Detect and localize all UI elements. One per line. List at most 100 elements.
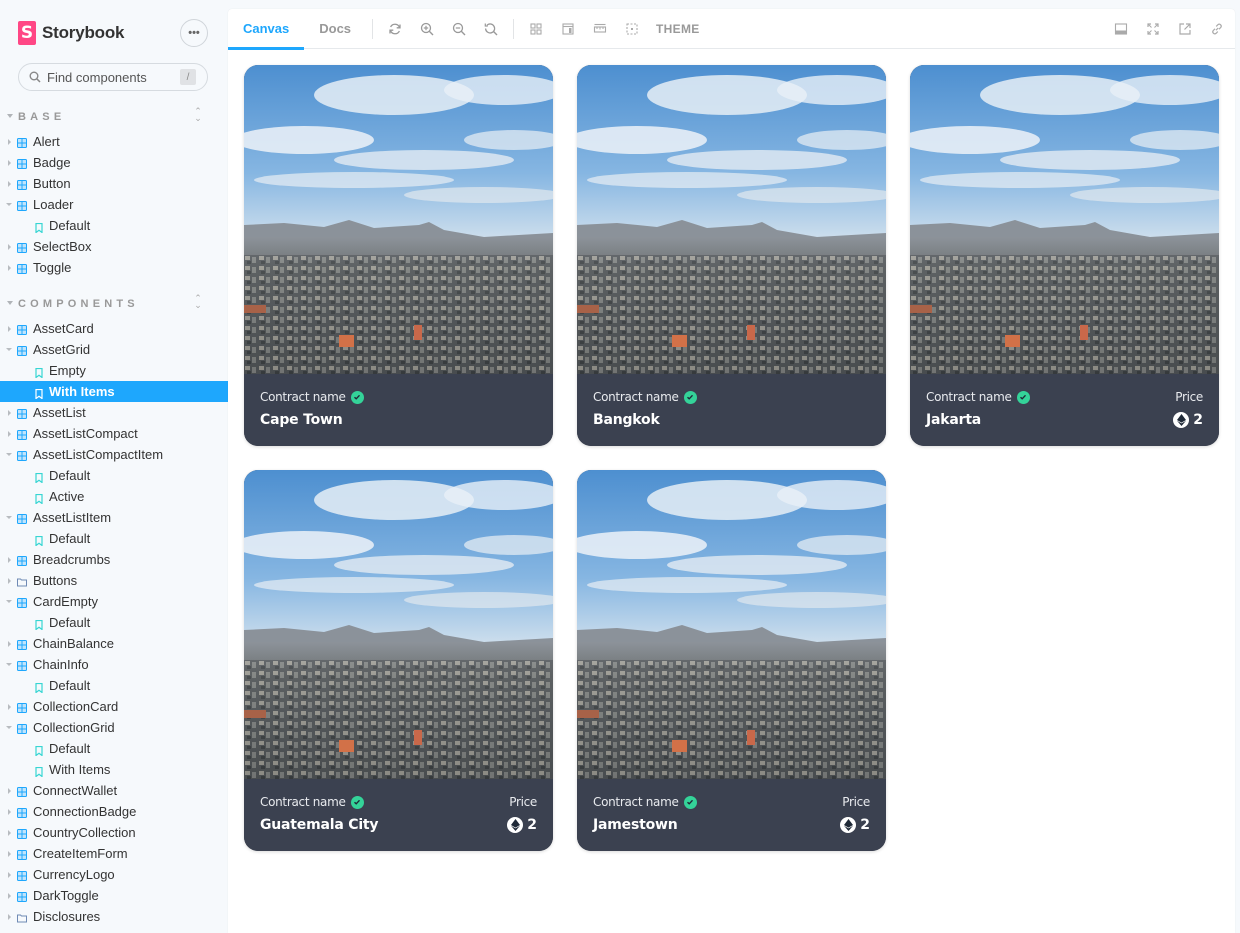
tab-canvas[interactable]: Canvas	[228, 9, 305, 50]
ethereum-icon	[840, 817, 857, 833]
verified-check-icon	[1016, 390, 1030, 404]
zoom-reset-button[interactable]	[475, 9, 507, 49]
component-icon	[17, 262, 27, 274]
asset-card[interactable]: Contract name Bangkok	[577, 65, 886, 446]
component-icon	[17, 869, 27, 881]
sidebar-item-chaininfo[interactable]: ChainInfo	[0, 654, 228, 675]
sidebar-item-assetlist[interactable]: AssetList	[0, 402, 228, 423]
asset-card[interactable]: Contract name Jakarta Price 2	[910, 65, 1219, 446]
sidebar-item-assetcard[interactable]: AssetCard	[0, 318, 228, 339]
sidebar-item-toggle[interactable]: Toggle	[0, 257, 228, 278]
component-icon	[17, 554, 27, 566]
outline-button[interactable]	[616, 9, 648, 49]
contract-label: Contract name	[926, 390, 1030, 404]
verified-check-icon	[350, 795, 364, 809]
sidebar-item-label: Default	[49, 531, 91, 546]
toggle-panel-button[interactable]	[1105, 9, 1137, 49]
asset-card[interactable]: Contract name Cape Town	[244, 65, 553, 446]
measure-button[interactable]	[584, 9, 616, 49]
section-header[interactable]: BASE ⌃ ⌄	[0, 107, 228, 128]
search-shortcut-key: /	[180, 69, 196, 85]
sidebar-item-breadcrumbs[interactable]: Breadcrumbs	[0, 549, 228, 570]
storybook-logo-icon: S	[18, 21, 36, 45]
price-value: 2	[507, 817, 537, 833]
chevron-right-icon	[8, 160, 11, 166]
preview-panel: Canvas Docs THEME Contract name Cape Tow…	[228, 9, 1235, 933]
sidebar-menu-button[interactable]: •••	[180, 19, 208, 47]
sidebar-item-with-items[interactable]: With Items	[0, 381, 228, 402]
sidebar-item-loader[interactable]: Loader	[0, 194, 228, 215]
sidebar-item-assetlistcompactitem[interactable]: AssetListCompactItem	[0, 444, 228, 465]
sidebar-item-button[interactable]: Button	[0, 173, 228, 194]
zoom-out-icon	[452, 22, 466, 35]
sidebar-item-assetlistcompact[interactable]: AssetListCompact	[0, 423, 228, 444]
sidebar-item-assetgrid[interactable]: AssetGrid	[0, 339, 228, 360]
tab-docs[interactable]: Docs	[304, 9, 366, 49]
fullscreen-button[interactable]	[1137, 9, 1169, 49]
chevron-right-icon	[8, 914, 11, 920]
toolbar: Canvas Docs THEME	[228, 9, 1235, 50]
chevron-right-icon	[8, 326, 11, 332]
brand[interactable]: S Storybook	[18, 21, 124, 45]
background-button[interactable]	[552, 9, 584, 49]
price-label: Price	[509, 795, 537, 809]
sidebar: S Storybook ••• / BASE ⌃⌄ Alert Badge Button…	[0, 0, 228, 933]
theme-button[interactable]: THEME	[648, 22, 708, 36]
sidebar-item-label: Buttons	[33, 573, 78, 588]
sidebar-item-empty[interactable]: Empty	[0, 360, 228, 381]
sidebar-item-assetlistitem[interactable]: AssetListItem	[0, 507, 228, 528]
sidebar-item-currencylogo[interactable]: CurrencyLogo	[0, 864, 228, 885]
sidebar-item-badge[interactable]: Badge	[0, 152, 228, 173]
outline-icon	[626, 22, 638, 35]
sidebar-item-createitemform[interactable]: CreateItemForm	[0, 843, 228, 864]
chevron-right-icon	[8, 578, 11, 584]
sidebar-item-buttons[interactable]: Buttons	[0, 570, 228, 591]
sidebar-item-selectbox[interactable]: SelectBox	[0, 236, 228, 257]
chevron-down-icon	[6, 348, 12, 351]
verified-check-icon	[350, 390, 364, 404]
chevron-down-icon	[6, 726, 12, 729]
zoom-out-button[interactable]	[443, 9, 475, 49]
sidebar-item-default[interactable]: Default	[0, 528, 228, 549]
search-input[interactable]	[47, 69, 177, 85]
component-icon	[17, 178, 27, 190]
sidebar-item-default[interactable]: Default	[0, 215, 228, 236]
chevron-right-icon	[8, 410, 11, 416]
asset-card-info: Contract name Guatemala City Price 2	[244, 779, 553, 851]
sidebar-item-default[interactable]: Default	[0, 738, 228, 759]
expand-collapse-icon[interactable]: ⌃ ⌄	[192, 294, 204, 311]
sidebar-item-default[interactable]: Default	[0, 465, 228, 486]
section-header[interactable]: COMPONENTS ⌃ ⌄	[0, 294, 228, 315]
sidebar-item-connectionbadge[interactable]: ConnectionBadge	[0, 801, 228, 822]
chevron-right-icon	[8, 872, 11, 878]
sidebar-item-chainbalance[interactable]: ChainBalance	[0, 633, 228, 654]
sidebar-item-darktoggle[interactable]: DarkToggle	[0, 885, 228, 906]
sidebar-item-collectioncard[interactable]: CollectionCard	[0, 696, 228, 717]
sidebar-item-countrycollection[interactable]: CountryCollection	[0, 822, 228, 843]
sidebar-item-connectwallet[interactable]: ConnectWallet	[0, 780, 228, 801]
copy-link-button[interactable]	[1201, 9, 1233, 49]
chevron-down-icon	[6, 516, 12, 519]
asset-card[interactable]: Contract name Guatemala City Price 2	[244, 470, 553, 851]
zoom-reset-icon	[484, 22, 498, 35]
toolbar-right	[1105, 9, 1233, 49]
sidebar-item-collectiongrid[interactable]: CollectionGrid	[0, 717, 228, 738]
sidebar-item-label: CurrencyLogo	[33, 867, 115, 882]
search-box[interactable]: /	[18, 63, 208, 91]
sidebar-item-alert[interactable]: Alert	[0, 131, 228, 152]
sidebar-item-label: Toggle	[33, 260, 72, 275]
sidebar-item-cardempty[interactable]: CardEmpty	[0, 591, 228, 612]
grid-button[interactable]	[520, 9, 552, 49]
sidebar-item-active[interactable]: Active	[0, 486, 228, 507]
sidebar-item-with-items[interactable]: With Items	[0, 759, 228, 780]
open-new-tab-button[interactable]	[1169, 9, 1201, 49]
sidebar-item-label: Default	[49, 615, 91, 630]
sidebar-item-label: Disclosures	[33, 909, 101, 924]
zoom-in-button[interactable]	[411, 9, 443, 49]
expand-collapse-icon[interactable]: ⌃ ⌄	[192, 107, 204, 124]
reload-button[interactable]	[379, 9, 411, 49]
sidebar-item-disclosures[interactable]: Disclosures	[0, 906, 228, 927]
sidebar-item-default[interactable]: Default	[0, 612, 228, 633]
sidebar-item-default[interactable]: Default	[0, 675, 228, 696]
asset-card[interactable]: Contract name Jamestown Price 2	[577, 470, 886, 851]
